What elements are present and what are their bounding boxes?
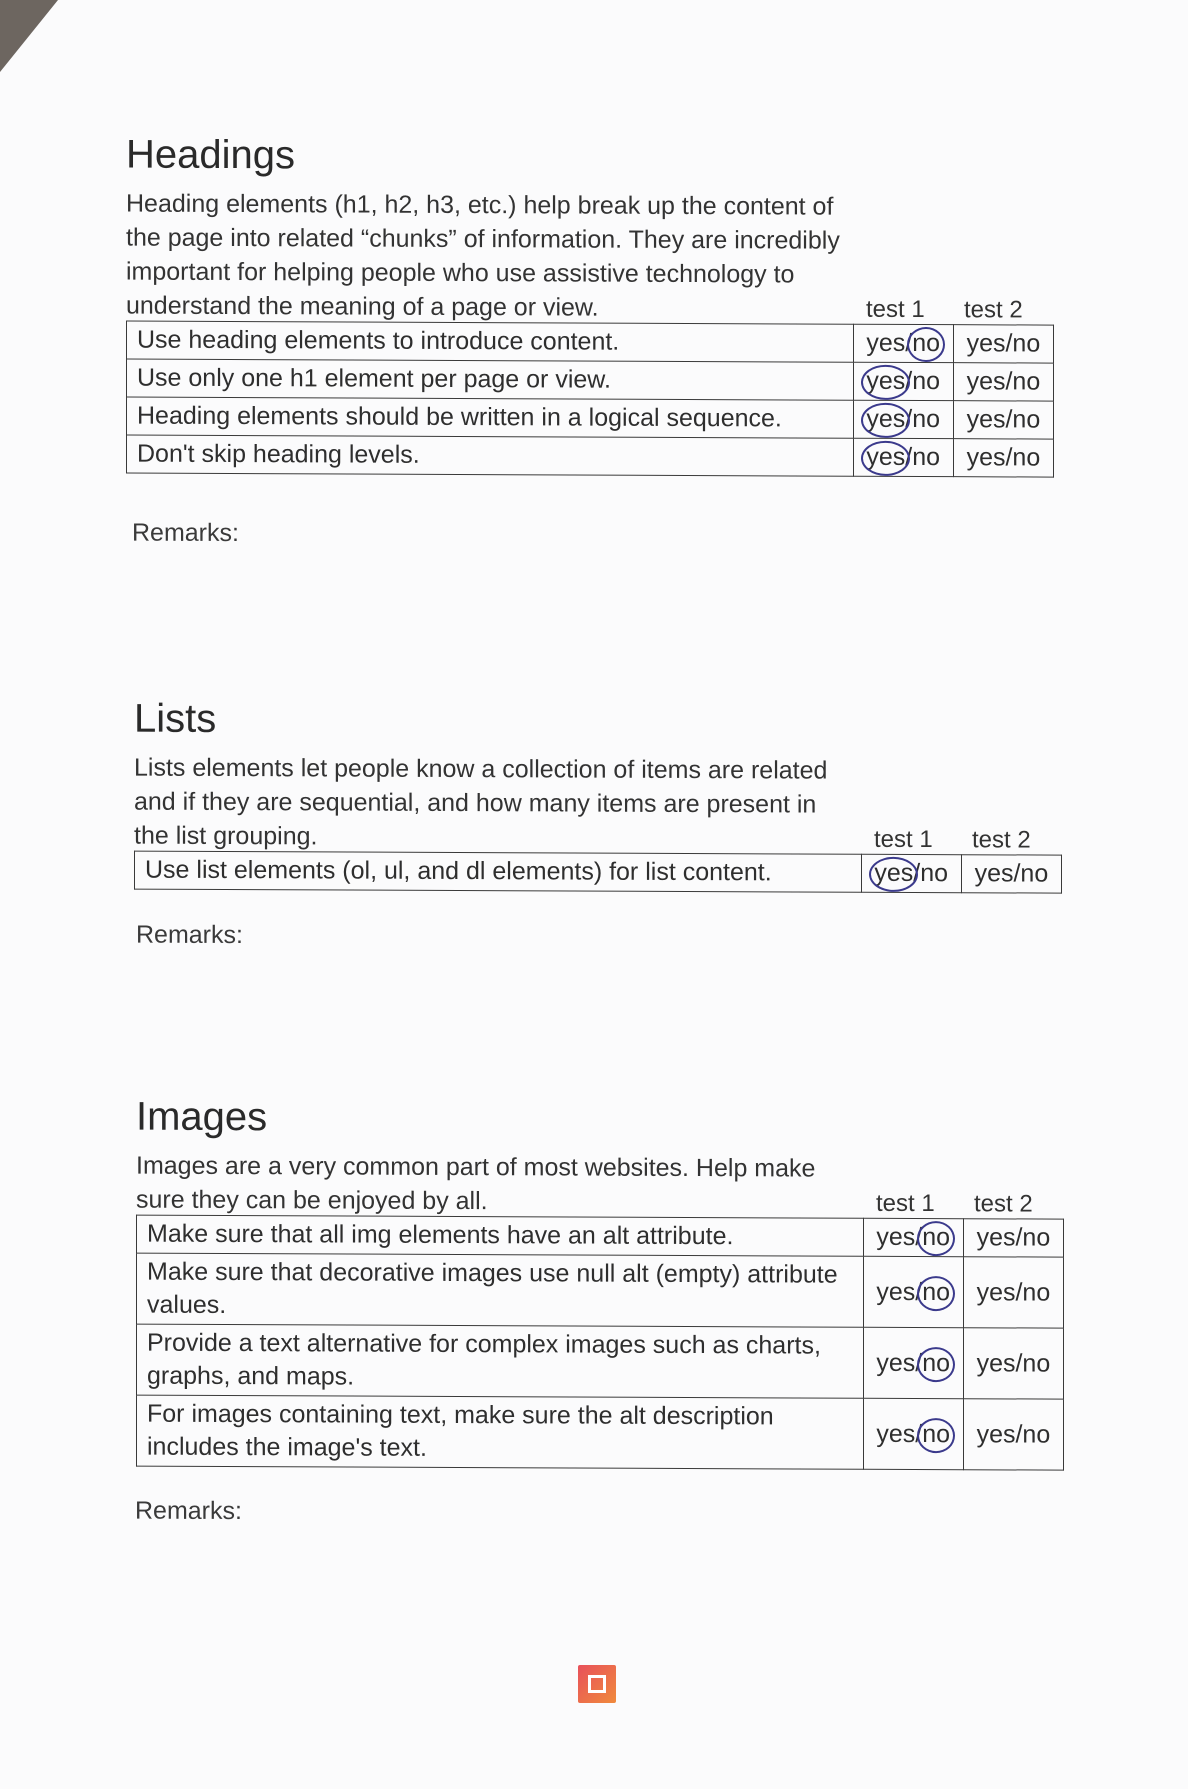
test-column-headers: test 1 test 2	[136, 1187, 1066, 1219]
section-title: Lists	[134, 696, 217, 741]
checklist-row: Provide a text alternative for complex i…	[136, 1324, 1064, 1400]
test2-answer: yes/no	[961, 854, 1062, 894]
criterion-text: Make sure that decorative images use nul…	[136, 1253, 864, 1328]
section-title: Images	[136, 1094, 268, 1140]
answer-yes: yes	[876, 1419, 916, 1448]
criterion-text: Use only one h1 element per page or view…	[126, 359, 854, 401]
checklist-row: Make sure that decorative images use nul…	[136, 1253, 1064, 1329]
test2-header: test 2	[972, 826, 1031, 854]
headings-section: Headings Heading elements (h1, h2, h3, e…	[126, 133, 1056, 478]
headings-checklist-table: Use heading elements to introduce conten…	[126, 321, 1054, 478]
images-remarks: Remarks:	[135, 1496, 242, 1526]
criterion-text: For images containing text, make sure th…	[136, 1395, 864, 1470]
test2-answer: yes/no	[963, 1398, 1064, 1471]
answer-yes: yes	[866, 365, 905, 398]
answer-yes: yes	[866, 328, 906, 357]
answer-no: no	[912, 327, 940, 360]
test2-answer: yes/no	[963, 1327, 1064, 1400]
checklist-row: Don't skip heading levels. yes/no yes/no	[126, 435, 1054, 478]
test2-header: test 2	[974, 1190, 1033, 1218]
test1-header: test 1	[876, 1189, 935, 1218]
test1-header: test 1	[866, 295, 925, 324]
test-column-headers: test 1 test 2	[134, 823, 1064, 855]
test2-answer: yes/no	[953, 362, 1054, 402]
answer-yes: yes	[876, 1348, 916, 1377]
images-checklist-table: Make sure that all img elements have an …	[136, 1215, 1064, 1471]
test2-answer: yes/no	[963, 1256, 1064, 1329]
answer-no: no	[912, 404, 941, 434]
criterion-text: Heading elements should be written in a …	[126, 397, 854, 439]
criterion-text: Use heading elements to introduce conten…	[126, 321, 854, 363]
answer-yes: yes	[866, 441, 905, 474]
answer-yes: yes	[874, 857, 913, 890]
test1-answer: yes/no	[863, 1218, 964, 1257]
headings-remarks: Remarks:	[132, 518, 239, 548]
answer-no: no	[922, 1347, 950, 1380]
answer-no: no	[922, 1221, 950, 1254]
checklist-row: Use heading elements to introduce conten…	[126, 321, 1054, 364]
answer-no: no	[912, 366, 941, 396]
checklist-row: For images containing text, make sure th…	[136, 1395, 1064, 1471]
criterion-text: Don't skip heading levels.	[126, 435, 854, 477]
test1-answer: yes/no	[853, 400, 954, 439]
images-section: Images Images are a very common part of …	[136, 1095, 1066, 1471]
answer-yes: yes	[876, 1277, 916, 1306]
answer-no: no	[912, 442, 941, 472]
test-column-headers: test 1 test 2	[126, 293, 1056, 325]
checklist-page: Headings Heading elements (h1, h2, h3, e…	[0, 0, 1188, 1789]
criterion-text: Use list elements (ol, ul, and dl elemen…	[134, 851, 862, 893]
checklist-row: Use list elements (ol, ul, and dl elemen…	[134, 851, 1062, 894]
lists-remarks: Remarks:	[136, 920, 243, 950]
test1-answer: yes/no	[861, 854, 962, 893]
test2-answer: yes/no	[953, 324, 1054, 364]
test1-answer: yes/no	[853, 362, 954, 401]
criterion-text: Provide a text alternative for complex i…	[136, 1324, 864, 1399]
test2-header: test 2	[964, 296, 1023, 324]
lists-section: Lists Lists elements let people know a c…	[134, 697, 1064, 894]
test1-header: test 1	[874, 825, 933, 854]
test2-answer: yes/no	[953, 400, 1054, 440]
test1-answer: yes/no	[863, 1327, 964, 1399]
test1-answer: yes/no	[853, 324, 954, 363]
answer-no: no	[922, 1276, 950, 1309]
test1-answer: yes/no	[853, 438, 954, 477]
test1-answer: yes/no	[863, 1256, 964, 1328]
answer-no: no	[920, 859, 949, 888]
test2-answer: yes/no	[963, 1218, 1064, 1258]
brand-logo-icon	[578, 1665, 616, 1703]
answer-yes: yes	[876, 1222, 916, 1251]
checklist-row: Heading elements should be written in a …	[126, 397, 1054, 440]
criterion-text: Make sure that all img elements have an …	[136, 1215, 864, 1257]
checklist-row: Use only one h1 element per page or view…	[126, 359, 1054, 402]
test2-answer: yes/no	[953, 438, 1054, 478]
answer-no: no	[922, 1418, 950, 1451]
lists-checklist-table: Use list elements (ol, ul, and dl elemen…	[134, 851, 1062, 894]
answer-yes: yes	[866, 403, 905, 436]
checklist-row: Make sure that all img elements have an …	[136, 1215, 1064, 1258]
section-title: Headings	[126, 132, 296, 178]
test1-answer: yes/no	[863, 1398, 964, 1470]
